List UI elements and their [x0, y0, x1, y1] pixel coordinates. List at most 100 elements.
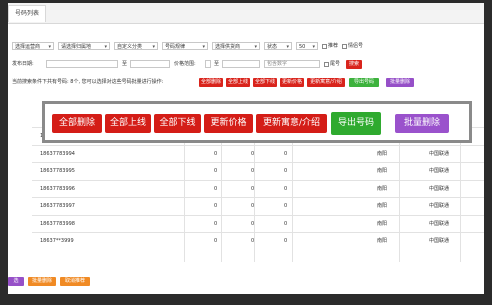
cell-count-2: 0 — [251, 185, 255, 192]
supplier-select-value: 选择供货商 — [215, 44, 241, 50]
tab-number-list[interactable]: 号码列表 — [8, 5, 47, 22]
chevron-down-icon: ▾ — [104, 44, 107, 50]
cell-count-1: 0 — [214, 203, 218, 209]
cell-count-3: 0 — [284, 150, 288, 157]
cell-count-2: 0 — [251, 220, 255, 227]
love-label: 情侣号 — [348, 43, 364, 49]
status-select-value: 状态 — [267, 44, 278, 50]
cell-carrier: 中国联通 — [429, 150, 450, 157]
cell-carrier: 中国联通 — [429, 203, 450, 209]
tab-bar: 号码列表 — [8, 3, 484, 24]
cell-count-1: 0 — [214, 238, 218, 244]
export-numbers-button[interactable]: 导出号码 — [331, 112, 381, 135]
tail-checkbox[interactable] — [324, 61, 329, 67]
recommend-checkbox[interactable] — [322, 43, 327, 49]
small-delete-all-button[interactable]: 全部删除 — [199, 77, 223, 87]
offline-all-button[interactable]: 全部下线 — [154, 114, 201, 133]
cell-carrier: 中国联通 — [429, 220, 450, 227]
bulk-action-toolbar: 全部删除 全部上线 全部下线 更新价格 更新寓意/介绍 导出号码 批量删除 — [42, 101, 472, 143]
batch-delete-button[interactable]: 批量删除 — [395, 114, 449, 133]
chevron-down-icon: ▾ — [254, 44, 257, 50]
pattern-select-value: 号码规律 — [165, 44, 186, 50]
small-offline-all-button[interactable]: 全部下线 — [253, 77, 277, 87]
cell-count-1: 0 — [214, 150, 218, 157]
cell-count-2: 0 — [251, 168, 255, 174]
cell-count-1: 0 — [214, 185, 218, 192]
chevron-down-icon: ▾ — [286, 44, 289, 50]
date-from-input[interactable] — [46, 60, 118, 68]
price-range-label: 价格范围: — [174, 61, 196, 67]
category-select[interactable]: 自定义分类 ▾ — [114, 42, 158, 50]
chevron-down-icon: ▾ — [202, 44, 205, 50]
cell-number: 18637783997 — [40, 203, 75, 209]
table-row[interactable]: 18637**3999000南阳中国联通南阳 — [32, 232, 484, 250]
contains-digits-input[interactable]: 包含数字 — [264, 60, 320, 68]
page-size-value: 50 — [299, 44, 306, 50]
search-button[interactable]: 搜索 — [346, 59, 362, 69]
carrier-select-value: 选择运营商 — [15, 44, 41, 50]
small-online-all-button[interactable]: 全部上线 — [226, 77, 250, 87]
to-label: 至 — [122, 61, 128, 67]
cell-city: 南阳 — [377, 220, 388, 227]
cell-carrier: 中国联通 — [429, 238, 450, 244]
price-from-input[interactable] — [205, 60, 211, 68]
cell-city: 南阳 — [377, 168, 388, 174]
table-row[interactable]: 18637783995000南阳中国联通南阳 — [32, 162, 484, 180]
date-to-input[interactable] — [130, 60, 170, 68]
footer-select-button[interactable]: 选 — [8, 277, 24, 286]
chevron-down-icon: ▾ — [312, 44, 315, 50]
table-row[interactable]: 18637783994000南阳中国联通南阳 — [32, 144, 484, 163]
page-size-select[interactable]: 50 ▾ — [296, 42, 318, 50]
to-label-2: 至 — [214, 61, 220, 67]
cell-count-3: 0 — [284, 238, 288, 244]
cell-number: 18637783998 — [40, 220, 75, 227]
delete-all-button[interactable]: 全部删除 — [52, 114, 102, 133]
pattern-select[interactable]: 号码规律 ▾ — [162, 42, 208, 50]
price-to-input[interactable] — [222, 60, 260, 68]
cell-count-2: 0 — [251, 150, 255, 157]
update-description-button[interactable]: 更新寓意/介绍 — [256, 114, 327, 133]
cell-carrier: 中国联通 — [429, 168, 450, 174]
cell-number: 18637783996 — [40, 185, 75, 192]
cell-count-2: 0 — [251, 238, 255, 244]
cell-count-1: 0 — [214, 220, 218, 227]
publish-date-label: 发布日期: — [12, 61, 34, 67]
small-update-desc-button[interactable]: 更新寓意/介绍 — [307, 77, 345, 87]
footer-cancel-recommend-button[interactable]: 取消推荐 — [60, 277, 90, 286]
update-price-button[interactable]: 更新价格 — [204, 114, 253, 133]
cell-number: 18637783994 — [40, 150, 75, 157]
region-select-value: 请选择归属地 — [61, 44, 92, 50]
cell-carrier: 中国联通 — [429, 185, 450, 192]
table-row[interactable]: 18637783996000南阳中国联通南阳 — [32, 179, 484, 198]
cell-city: 南阳 — [377, 150, 388, 157]
cell-number: 18637**3999 — [40, 238, 74, 244]
table-row[interactable]: 18637783997000南阳中国联通南阳 — [32, 197, 484, 215]
cell-count-3: 0 — [284, 185, 288, 192]
table-row[interactable]: 18637783998000南阳中国联通南阳 — [32, 214, 484, 233]
small-update-price-button[interactable]: 更新价格 — [280, 77, 304, 87]
cell-count-2: 0 — [251, 203, 255, 209]
tail-label: 尾号 — [330, 61, 341, 67]
cell-count-3: 0 — [284, 168, 288, 174]
cell-count-3: 0 — [284, 220, 288, 227]
cell-city: 南阳 — [377, 238, 388, 244]
chevron-down-icon: ▾ — [48, 44, 51, 50]
small-batch-delete-button[interactable]: 批量删除 — [386, 77, 414, 87]
region-select[interactable]: 请选择归属地 ▾ — [58, 42, 110, 50]
love-checkbox[interactable] — [342, 43, 347, 49]
online-all-button[interactable]: 全部上线 — [105, 114, 151, 133]
supplier-select[interactable]: 选择供货商 ▾ — [212, 42, 260, 50]
app-frame: 号码列表 选择运营商 ▾ 请选择归属地 ▾ 自定义分类 ▾ 号码规律 ▾ 选择供货商 ▾ … — [8, 3, 484, 294]
cell-count-1: 0 — [214, 168, 218, 174]
recommend-label: 推荐 — [328, 43, 339, 49]
cell-count-3: 0 — [284, 203, 288, 209]
category-select-value: 自定义分类 — [117, 44, 143, 50]
carrier-select[interactable]: 选择运营商 ▾ — [12, 42, 54, 50]
footer-batch-delete-button[interactable]: 批量删除 — [28, 277, 56, 286]
status-select[interactable]: 状态 ▾ — [264, 42, 292, 50]
cell-city: 南阳 — [377, 185, 388, 192]
summary-text: 当前搜索条件下共有号码: 8个, 您可以选择对这些号码批量进行操作: — [12, 79, 164, 85]
chevron-down-icon: ▾ — [152, 44, 155, 50]
small-export-button[interactable]: 导出号码 — [349, 77, 379, 87]
contains-digits-placeholder: 包含数字 — [267, 61, 288, 67]
